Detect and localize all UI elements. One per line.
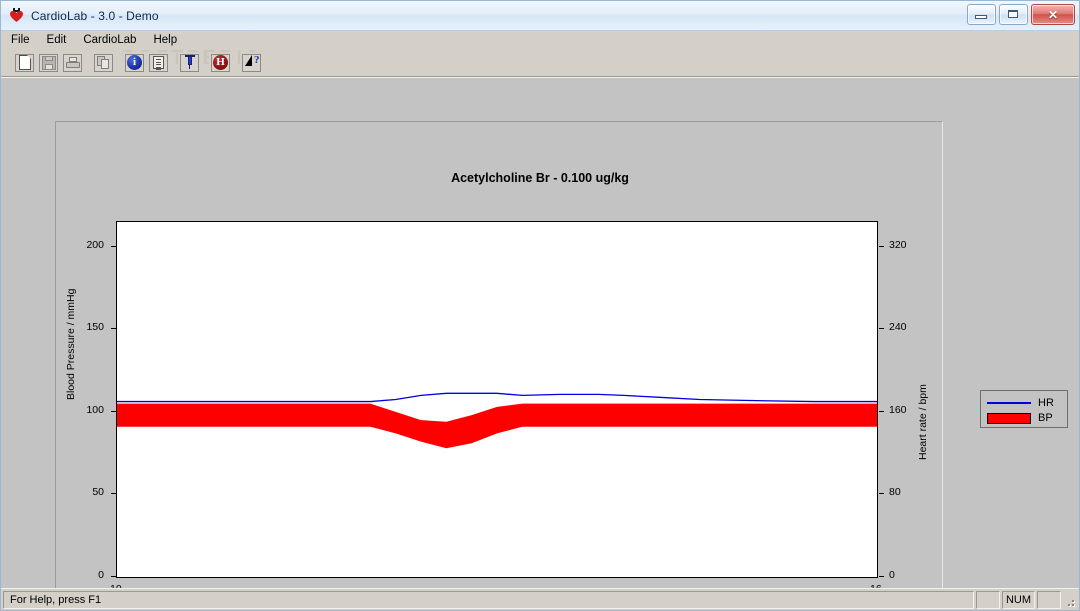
y-axis-left-label: Blood Pressure / mmHg [65, 288, 77, 400]
y-left-axis-tickmark [111, 576, 116, 577]
hr-line-trace [117, 392, 877, 403]
h-circle-icon: H [211, 53, 230, 72]
menu-bar: File Edit CardioLab Help [1, 31, 1079, 49]
chart-legend: HR BP [980, 390, 1068, 428]
window-title: CardioLab - 3.0 - Demo [31, 8, 159, 23]
status-bar: For Help, press F1 NUM [1, 588, 1079, 610]
menu-file[interactable]: File [11, 33, 39, 47]
status-num-indicator: NUM [1002, 590, 1035, 609]
y-left-axis-tick-label: 50 [92, 486, 104, 499]
y-left-axis-tick-label: 100 [86, 403, 104, 416]
status-message: For Help, press F1 [3, 590, 974, 609]
close-icon: ✕ [1047, 7, 1059, 22]
syringe-icon [180, 53, 199, 72]
maximize-button[interactable] [999, 4, 1028, 25]
report-icon [149, 53, 168, 72]
legend-label-hr: HR [1038, 396, 1054, 409]
legend-swatch-bp-icon [987, 412, 1031, 424]
legend-item-hr: HR [987, 396, 1061, 410]
new-document-button[interactable] [13, 51, 36, 74]
maximize-icon [1008, 10, 1018, 18]
minimize-button[interactable] [967, 4, 996, 25]
y-right-axis-tick-label: 0 [889, 569, 895, 581]
y-axis-right-label: Heart rate / bpm [917, 384, 929, 460]
y-right-axis-tickmark [879, 410, 884, 412]
y-right-axis-tickmark [879, 328, 884, 330]
status-pane-1 [976, 590, 1000, 609]
info-circle-icon: i [125, 53, 144, 72]
bp-band-trace [117, 403, 877, 449]
help-arrow-icon: ? [242, 53, 261, 72]
print-icon [63, 53, 82, 72]
toolbar: SOFTPEDIA i [1, 47, 1079, 77]
y-left-axis-tick-label: 150 [86, 321, 104, 334]
x-axis-tick-label: 10 [110, 583, 122, 588]
menu-edit[interactable]: Edit [47, 33, 76, 47]
y-left-axis-tick-label: 200 [86, 238, 104, 251]
copy-icon [94, 53, 113, 72]
chart-plot-area[interactable] [116, 221, 878, 578]
y-left-axis-tickmark [111, 410, 116, 412]
legend-item-bp: BP [987, 411, 1061, 425]
h-glyph: H [213, 55, 228, 70]
y-right-axis-tick-label: 80 [889, 486, 901, 499]
legend-swatch-hr-icon [987, 402, 1031, 404]
menu-help[interactable]: Help [153, 33, 186, 47]
chart-svg [117, 392, 877, 449]
heart-icon [8, 7, 25, 24]
close-button[interactable]: ✕ [1031, 4, 1075, 25]
chart-title: Acetylcholine Br - 0.100 ug/kg [451, 171, 629, 185]
y-right-axis-tick-label: 240 [889, 321, 907, 334]
injection-button[interactable] [178, 51, 201, 74]
y-left-axis-tickmark [111, 493, 116, 495]
window-controls: ✕ [967, 4, 1075, 25]
y-left-axis-tickmark [111, 245, 116, 247]
y-right-axis-tickmark [879, 245, 884, 247]
report-button[interactable] [147, 51, 170, 74]
minimize-icon [975, 15, 987, 19]
new-document-icon [15, 53, 34, 72]
y-right-axis-tick-label: 160 [889, 403, 907, 416]
legend-label-bp: BP [1038, 411, 1053, 424]
print-button[interactable] [61, 51, 84, 74]
resize-grip[interactable] [1063, 591, 1077, 609]
title-bar: CardioLab - 3.0 - Demo ✕ [1, 1, 1079, 31]
application-window: CardioLab - 3.0 - Demo ✕ File Edit Cardi… [0, 0, 1080, 611]
heart-drug-button[interactable]: H [209, 51, 232, 74]
y-left-axis-tick-label: 0 [98, 569, 104, 581]
info-button[interactable]: i [123, 51, 146, 74]
cardiolab-main-window: CardioLab - 3.0 - Demo ✕ File Edit Cardi… [0, 0, 1080, 611]
save-icon [39, 53, 58, 72]
menu-cardiolab[interactable]: CardioLab [83, 33, 145, 47]
context-help-button[interactable]: ? [240, 51, 263, 74]
y-right-axis-tick-label: 320 [889, 238, 907, 251]
y-left-axis-tickmark [111, 328, 116, 330]
client-area: Acetylcholine Br - 0.100 ug/kg Blood Pre… [1, 77, 1079, 588]
y-right-axis-tickmark [879, 576, 884, 577]
info-glyph: i [127, 55, 142, 70]
y-right-axis-tickmark [879, 493, 884, 495]
copy-button[interactable] [92, 51, 115, 74]
x-axis-tick-label: 16 [870, 583, 882, 588]
status-pane-3 [1037, 590, 1061, 609]
help-question-glyph: ? [254, 54, 260, 66]
save-button[interactable] [37, 51, 60, 74]
